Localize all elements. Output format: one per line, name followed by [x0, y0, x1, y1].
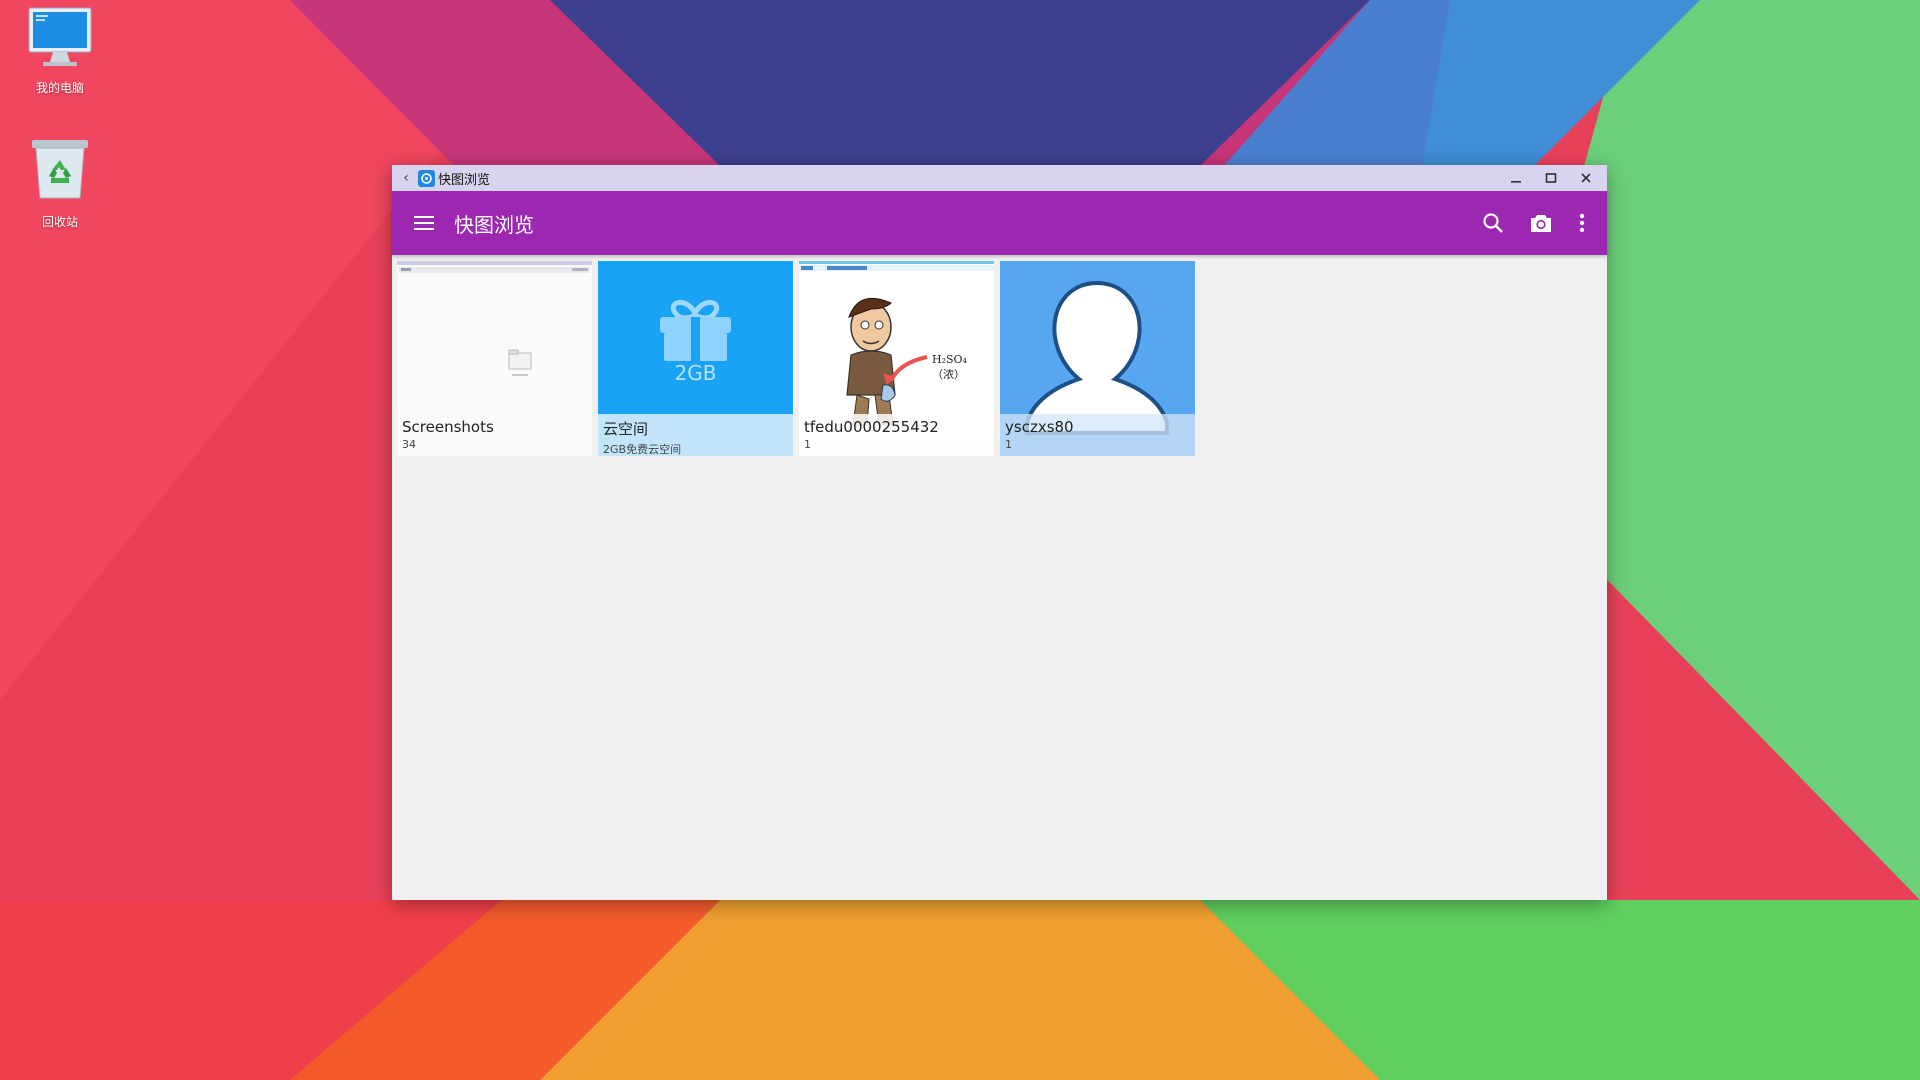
minimize-icon: [1510, 181, 1521, 183]
minimize-button[interactable]: [1498, 165, 1533, 191]
album-title: Screenshots: [402, 418, 494, 436]
album-grid: Screenshots 34 2GB 云空间 2GB免费云空间 H₂SO₄（浓）…: [397, 261, 1201, 456]
album-tile-cloud-space[interactable]: 2GB 云空间 2GB免费云空间: [598, 261, 793, 456]
menu-button[interactable]: [408, 207, 440, 239]
computer-icon: [0, 6, 120, 71]
app-toolbar: 快图浏览: [392, 191, 1607, 255]
hamburger-menu-icon: [414, 216, 434, 230]
album-title: 云空间: [603, 420, 649, 438]
back-icon[interactable]: ‹: [396, 170, 416, 186]
app-title: 快图浏览: [454, 212, 534, 237]
app-logo-icon: [418, 169, 435, 187]
window-title: 快图浏览: [438, 172, 491, 188]
search-button[interactable]: [1471, 201, 1515, 245]
album-tile-tfedu[interactable]: H₂SO₄（浓） tfedu0000255432 1: [799, 261, 994, 456]
maximize-icon: [1545, 173, 1556, 183]
album-count: 1: [1005, 438, 1012, 451]
album-title: ysczxs80: [1005, 418, 1074, 436]
album-subtitle: 2GB免费云空间: [603, 443, 682, 456]
album-tile-screenshots[interactable]: Screenshots 34: [397, 261, 592, 456]
more-vert-icon: [1579, 213, 1585, 233]
album-tile-ysczxs80[interactable]: ysczxs80 1: [1000, 261, 1195, 456]
album-title: tfedu0000255432: [804, 418, 939, 436]
app-window: ‹ 快图浏览 快图浏览 Screenshots 34 2GB 云空间 2GB免费…: [392, 165, 1607, 900]
camera-icon: [1531, 215, 1551, 232]
desktop-icon-recycle-bin[interactable]: 回收站: [0, 136, 120, 230]
close-icon: [1580, 173, 1591, 183]
album-count: 1: [804, 438, 811, 451]
maximize-button[interactable]: [1533, 165, 1568, 191]
close-button[interactable]: [1568, 165, 1603, 191]
search-icon: [1483, 213, 1503, 233]
more-options-button[interactable]: [1567, 201, 1597, 245]
desktop-icon-my-computer[interactable]: 我的电脑: [0, 6, 120, 96]
storage-badge: 2GB: [674, 361, 717, 385]
desktop-icon-label: 我的电脑: [35, 81, 84, 95]
window-titlebar[interactable]: ‹ 快图浏览: [392, 165, 1607, 191]
recycle-bin-icon: [0, 136, 120, 205]
desktop-icon-label: 回收站: [41, 215, 78, 229]
album-count: 34: [402, 438, 416, 451]
thumbnail-formula: H₂SO₄（浓）: [932, 353, 967, 381]
camera-button[interactable]: [1519, 201, 1563, 245]
